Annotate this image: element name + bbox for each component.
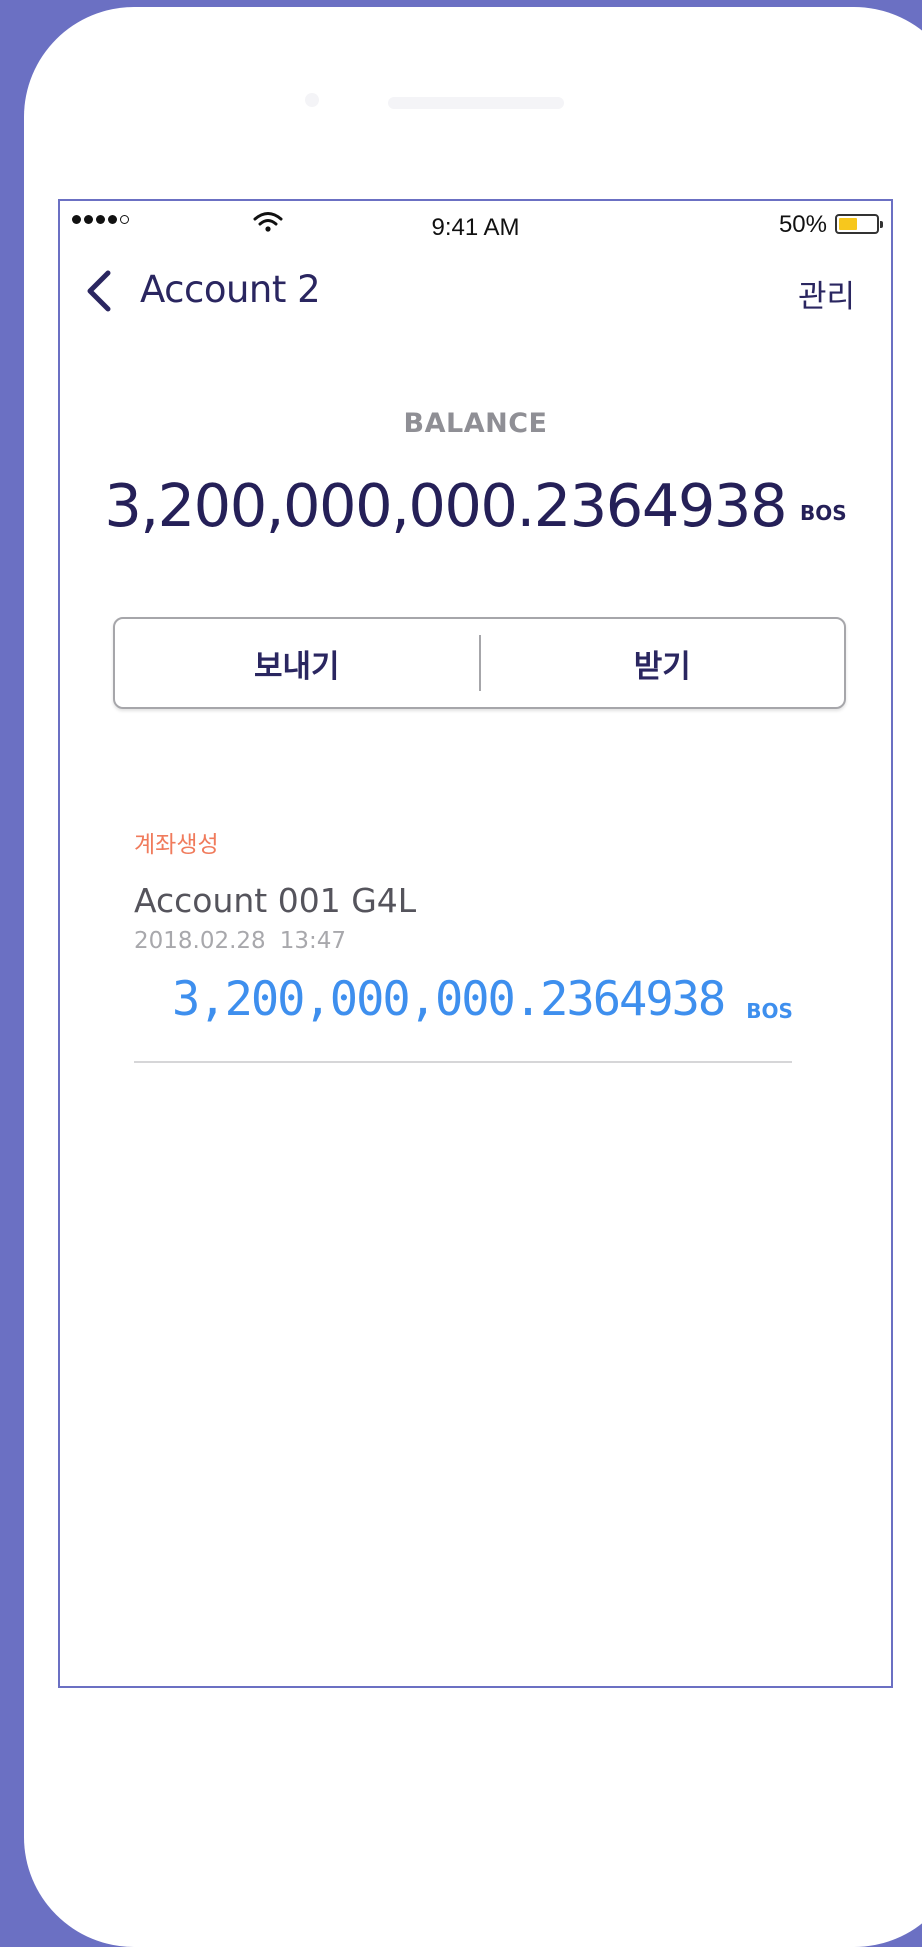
balance-display: 3,200,000,000.2364938 BOS <box>60 471 891 540</box>
navigation-bar: Account 2 관리 <box>60 253 891 323</box>
transaction-unit: BOS <box>746 998 793 1023</box>
transaction-type-tag: 계좌생성 <box>134 832 219 858</box>
balance-label: BALANCE <box>403 408 548 439</box>
manage-button[interactable]: 관리 <box>798 271 855 316</box>
transaction-date: 2018.02.28 <box>134 928 266 954</box>
transaction-list-item[interactable]: 계좌생성 Account 001 G4L 2018.02.28 13:47 3,2… <box>134 825 794 1027</box>
receive-button[interactable]: 받기 <box>481 641 845 686</box>
transaction-amount: 3,200,000,000.2364938 <box>172 972 726 1027</box>
balance-amount: 3,200,000,000.2364938 <box>104 471 787 540</box>
send-button[interactable]: 보내기 <box>115 641 479 686</box>
battery-icon <box>835 214 883 234</box>
transaction-amount-row: 3,200,000,000.2364938 BOS <box>134 972 794 1027</box>
transaction-datetime: 2018.02.28 13:47 <box>134 928 794 954</box>
send-receive-segmented-control: 보내기 받기 <box>113 617 846 709</box>
status-bar: 9:41 AM 50% <box>60 201 891 243</box>
front-camera <box>305 93 319 107</box>
app-screen: 9:41 AM 50% Account 2 관리 BALANCE 3,200,0… <box>58 199 893 1688</box>
status-time: 9:41 AM <box>431 214 520 241</box>
list-divider <box>134 1061 792 1063</box>
balance-unit: BOS <box>800 500 847 525</box>
battery-level <box>839 218 857 230</box>
transaction-account-name: Account 001 G4L <box>134 881 417 920</box>
chevron-left-icon[interactable] <box>84 269 114 313</box>
battery-percent: 50% <box>778 211 827 238</box>
page-title: Account 2 <box>140 268 321 311</box>
transaction-time: 13:47 <box>279 928 346 954</box>
speaker-grille <box>388 97 564 109</box>
